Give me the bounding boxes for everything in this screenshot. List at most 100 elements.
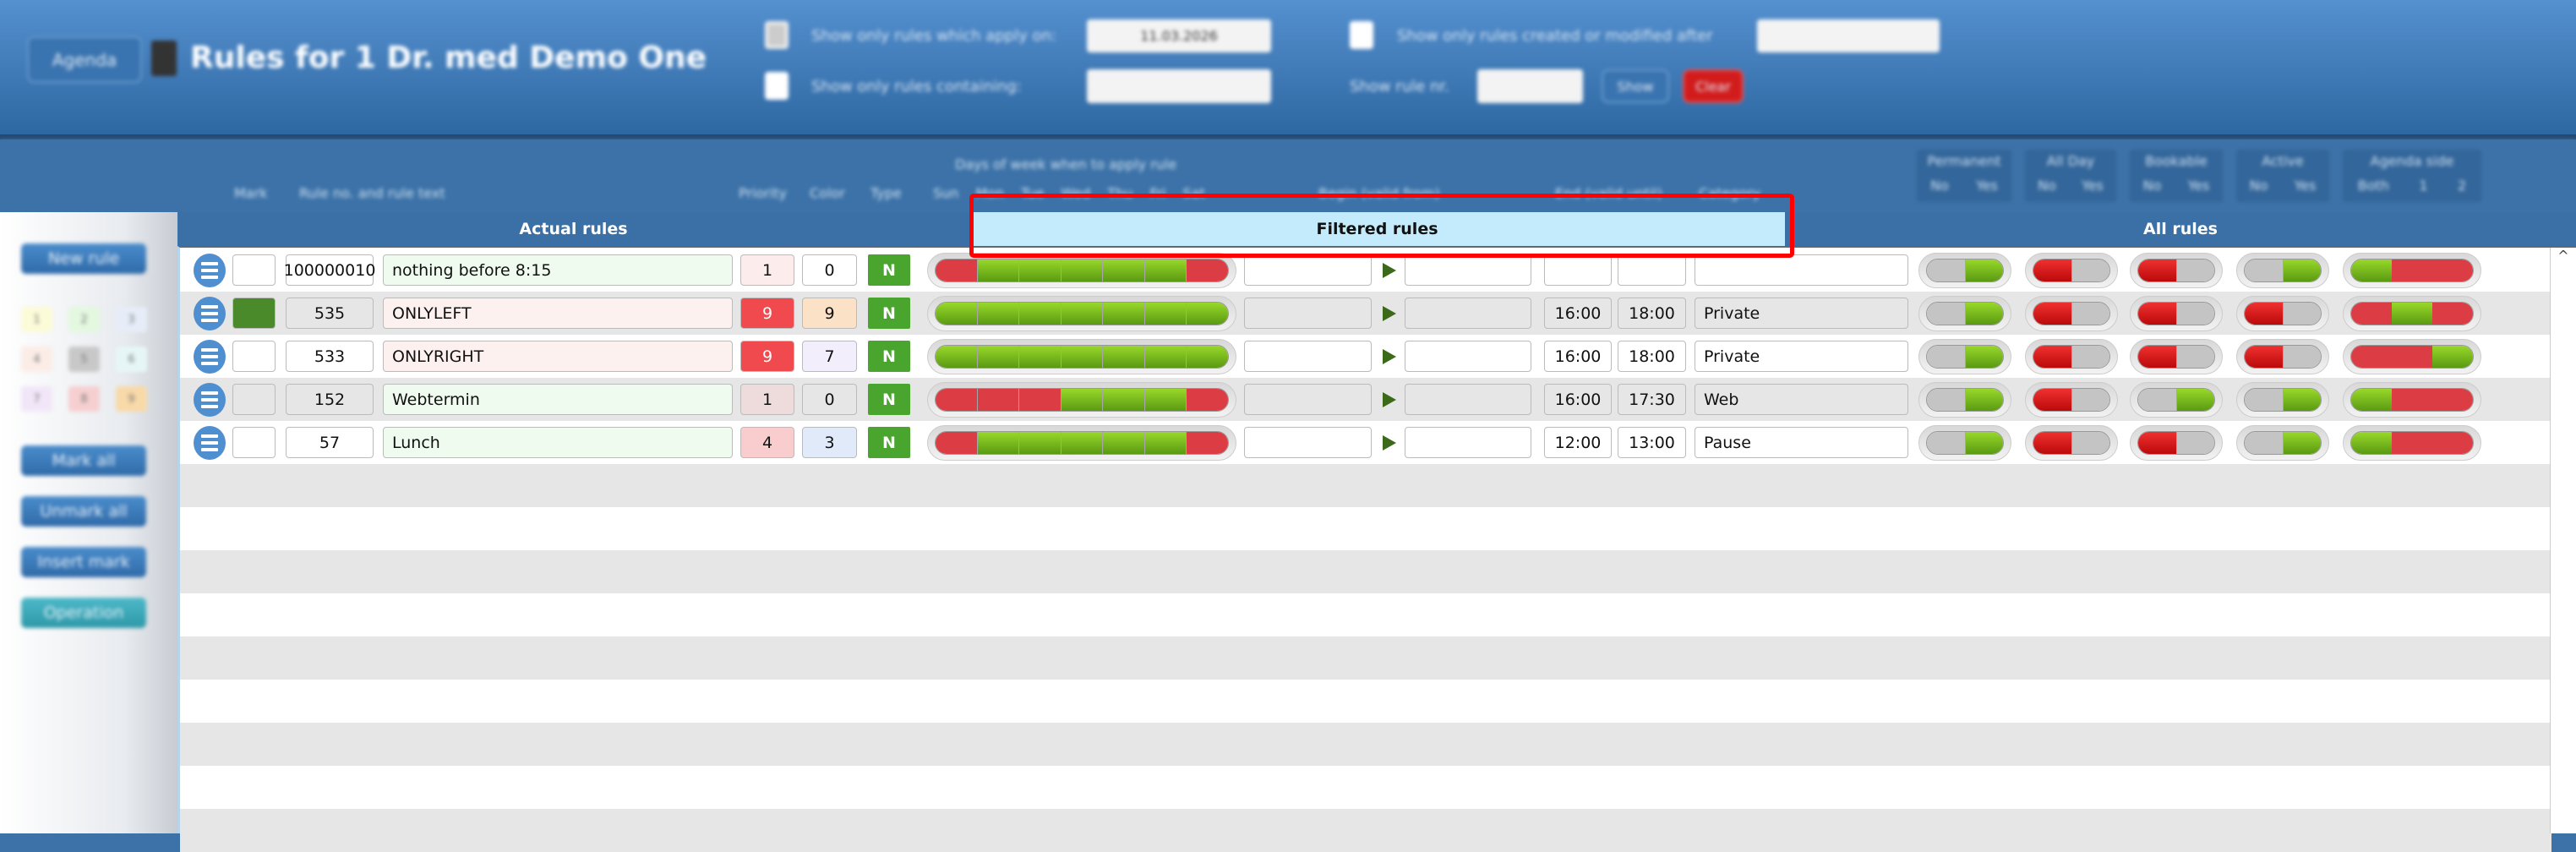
all-day-toggle[interactable] [2025,253,2118,288]
end-date-field[interactable] [1405,254,1531,286]
color-field[interactable]: 9 [802,298,857,329]
row-menu-icon[interactable] [194,426,226,460]
priority-field[interactable]: 1 [740,384,794,415]
day-segment-fri[interactable] [1144,346,1187,368]
mark-checkbox[interactable] [232,427,276,458]
active-toggle[interactable] [2236,382,2329,418]
end-date-field[interactable] [1405,341,1531,372]
agenda-side-2[interactable] [2432,389,2473,411]
rule-number[interactable]: 57 [286,427,374,458]
begin-date-field[interactable] [1244,384,1372,415]
agenda-side-1[interactable] [2392,389,2432,411]
day-segment-thu[interactable] [1103,389,1145,411]
palette-color-5[interactable]: 5 [68,347,100,372]
active-toggle[interactable] [2236,296,2329,331]
agenda-side-both[interactable] [2351,346,2392,368]
permanent-toggle[interactable] [1918,382,2011,418]
modified-after-date-input[interactable] [1757,19,1940,52]
day-segment-sat[interactable] [1187,303,1228,325]
agenda-side-1[interactable] [2392,303,2432,325]
agenda-side-both[interactable] [2351,259,2392,281]
day-segment-thu[interactable] [1103,346,1145,368]
agenda-side-toggle[interactable] [2343,339,2481,374]
day-segment-thu[interactable] [1103,259,1145,281]
color-field[interactable]: 7 [802,341,857,372]
begin-date-field[interactable] [1244,427,1372,458]
agenda-side-2[interactable] [2432,303,2473,325]
table-row[interactable]: 57 Lunch 4 3 N 12:00 13:00 Pause [180,421,2551,464]
day-segment-fri[interactable] [1144,432,1187,454]
day-segment-wed[interactable] [1061,432,1104,454]
bookable-toggle[interactable] [2130,253,2223,288]
start-time-field[interactable]: 12:00 [1544,427,1612,458]
start-time-field[interactable]: 16:00 [1544,298,1612,329]
active-toggle[interactable] [2236,339,2329,374]
rule-number[interactable]: 100000010 [284,254,375,286]
palette-color-9[interactable]: 9 [116,386,147,412]
end-date-field[interactable] [1405,427,1531,458]
insert-mark-button[interactable]: Insert mark [21,547,146,577]
row-menu-icon[interactable] [194,383,226,417]
rule-text[interactable]: ONLYLEFT [383,298,733,329]
day-segment-mon[interactable] [977,303,1020,325]
new-rule-button[interactable]: New rule [21,243,146,274]
agenda-side-toggle[interactable] [2343,296,2481,331]
bookable-toggle[interactable] [2130,382,2223,418]
palette-color-3[interactable]: 3 [116,307,147,332]
rule-nr-input[interactable] [1477,69,1583,103]
begin-date-field[interactable] [1244,298,1372,329]
palette-color-4[interactable]: 4 [21,347,52,372]
begin-date-field[interactable] [1244,254,1372,286]
clear-button[interactable]: Clear [1683,69,1744,103]
day-segment-wed[interactable] [1061,303,1104,325]
day-segment-fri[interactable] [1144,259,1187,281]
agenda-side-both[interactable] [2351,389,2392,411]
row-menu-icon[interactable] [194,340,226,374]
palette-color-6[interactable]: 6 [116,347,147,372]
days-of-week-toggle[interactable] [927,339,1236,374]
category-field[interactable]: Private [1695,341,1908,372]
days-of-week-toggle[interactable] [927,382,1236,418]
type-badge[interactable]: N [868,298,910,329]
day-segment-tue[interactable] [1019,432,1062,454]
rule-number[interactable]: 533 [286,341,374,372]
category-field[interactable]: Pause [1695,427,1908,458]
active-toggle[interactable] [2236,425,2329,461]
day-segment-fri[interactable] [1144,303,1187,325]
permanent-toggle[interactable] [1918,253,2011,288]
apply-on-date-input[interactable]: 11.03.2026 [1087,19,1271,52]
rule-number[interactable]: 535 [286,298,374,329]
type-badge[interactable]: N [868,254,910,286]
agenda-side-1[interactable] [2392,259,2432,281]
agenda-side-both[interactable] [2351,432,2392,454]
start-time-field[interactable]: 16:00 [1544,384,1612,415]
day-segment-tue[interactable] [1019,346,1062,368]
mark-checkbox[interactable] [232,298,276,329]
active-toggle[interactable] [2236,253,2329,288]
day-segment-sat[interactable] [1187,346,1228,368]
day-segment-tue[interactable] [1019,303,1062,325]
type-badge[interactable]: N [868,384,910,415]
day-segment-sun[interactable] [936,303,978,325]
end-time-field[interactable]: 18:00 [1618,298,1686,329]
all-day-toggle[interactable] [2025,382,2118,418]
modified-after-checkbox[interactable] [1350,21,1373,49]
agenda-side-both[interactable] [2351,303,2392,325]
agenda-side-1[interactable] [2392,432,2432,454]
rule-number[interactable]: 152 [286,384,374,415]
agenda-side-toggle[interactable] [2343,425,2481,461]
end-date-field[interactable] [1405,384,1531,415]
color-field[interactable]: 3 [802,427,857,458]
day-segment-sun[interactable] [936,259,978,281]
agenda-side-1[interactable] [2392,346,2432,368]
category-field[interactable] [1695,254,1908,286]
category-field[interactable]: Web [1695,384,1908,415]
priority-field[interactable]: 9 [740,298,794,329]
collapse-icon[interactable] [151,41,177,76]
bookable-toggle[interactable] [2130,339,2223,374]
palette-color-7[interactable]: 7 [21,386,52,412]
agenda-button[interactable]: Agenda [27,36,142,83]
table-row[interactable]: 152 Webtermin 1 0 N 16:00 17:30 Web [180,378,2551,421]
priority-field[interactable]: 4 [740,427,794,458]
day-segment-sun[interactable] [936,389,978,411]
